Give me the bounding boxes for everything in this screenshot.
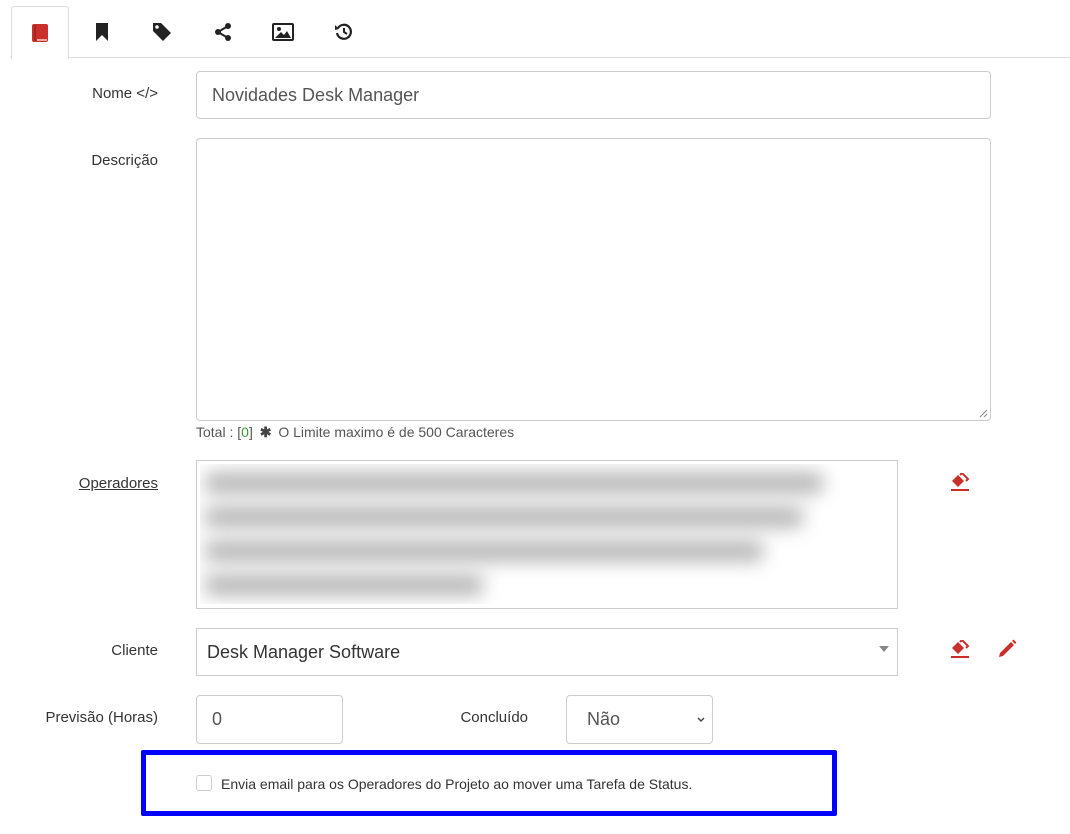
book-icon	[32, 23, 48, 42]
tab-bar	[0, 0, 1070, 59]
tab-share[interactable]	[194, 6, 252, 58]
char-counter-count: 0	[241, 424, 249, 440]
operadores-label[interactable]: Operadores	[40, 475, 158, 492]
dropdown-caret-icon	[879, 646, 889, 652]
eraser-icon	[951, 638, 970, 658]
cliente-select-value: Desk Manager Software	[207, 641, 401, 662]
nome-label: Nome </>	[92, 85, 158, 102]
eraser-icon	[951, 471, 970, 491]
tab-tags[interactable]	[133, 6, 191, 58]
clear-cliente-button[interactable]	[950, 638, 970, 663]
chevron-down-icon	[697, 717, 705, 723]
cliente-select[interactable]: Desk Manager Software	[196, 628, 898, 676]
concluido-label: Concluído	[460, 709, 528, 726]
operadores-redacted-content	[200, 464, 840, 604]
resize-handle-icon[interactable]	[978, 408, 988, 418]
pencil-icon	[999, 639, 1017, 657]
tab-history[interactable]	[315, 6, 373, 58]
edit-cliente-button[interactable]	[998, 639, 1017, 663]
concluido-select[interactable]: Não	[566, 695, 713, 744]
char-counter-suffix: ]	[248, 424, 253, 440]
bookmark-icon	[96, 23, 108, 41]
tab-details[interactable]	[11, 6, 69, 59]
previsao-input[interactable]: 0	[196, 695, 343, 744]
tab-images[interactable]	[254, 6, 312, 58]
descricao-textarea[interactable]	[196, 138, 991, 421]
image-icon	[272, 23, 294, 41]
nome-input[interactable]: Novidades Desk Manager	[196, 71, 991, 119]
asterisk-icon: ✱	[259, 424, 272, 440]
concluido-select-value: Não	[587, 709, 621, 729]
char-counter: Total : [0] ✱ O Limite maximo é de 500 C…	[196, 424, 514, 441]
cliente-label: Cliente	[111, 642, 158, 659]
history-icon	[335, 23, 352, 40]
previsao-label: Previsão (Horas)	[45, 709, 158, 726]
descricao-label: Descrição	[91, 152, 158, 169]
nome-input-value: Novidades Desk Manager	[212, 84, 420, 105]
email-checkbox-label[interactable]: Envia email para os Operadores do Projet…	[221, 776, 692, 792]
previsao-input-value: 0	[212, 709, 223, 729]
clear-operadores-button[interactable]	[950, 471, 970, 496]
email-checkbox[interactable]	[196, 775, 212, 791]
share-icon	[215, 23, 231, 41]
char-counter-prefix: Total : [	[196, 424, 242, 440]
tab-bookmark[interactable]	[73, 6, 131, 58]
char-counter-note: O Limite maximo é de 500 Caracteres	[278, 424, 515, 440]
tag-icon	[153, 23, 171, 41]
